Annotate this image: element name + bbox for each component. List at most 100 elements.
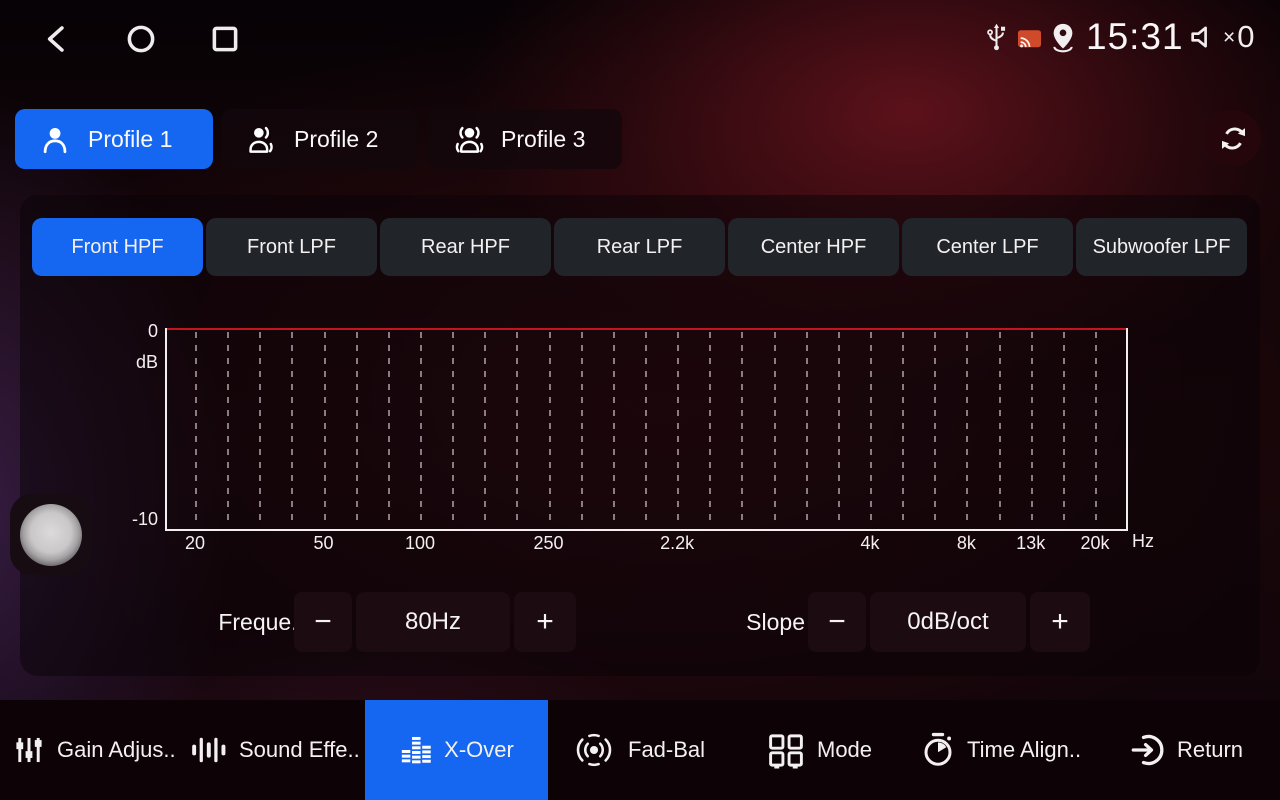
reset-button[interactable] [1205,110,1261,166]
nav-time-align[interactable]: Time Align.. [920,700,1081,800]
gridline [291,332,293,527]
gridline [741,332,743,527]
profile-2-label: Profile 2 [294,126,378,153]
gridline [259,332,261,527]
x-tick-label: 20 [185,533,205,554]
mode-icon [766,732,806,769]
volume-value: 0 [1237,19,1254,55]
x-tick-label: 8k [957,533,976,554]
tab-subwoofer-lpf[interactable]: Subwoofer LPF [1076,218,1247,276]
gridline [1031,332,1033,527]
slope-plus-button[interactable]: + [1030,592,1090,652]
nav-return[interactable]: Return [1130,700,1243,800]
nav-label: Fad-Bal [628,737,705,763]
nav-label: Time Align.. [967,737,1081,763]
gridline [516,332,518,527]
user-icon [39,122,74,157]
tab-label: Front HPF [71,236,163,259]
fader-balance-icon [571,731,617,769]
status-bar: 15:31 × 0 [0,0,1280,80]
gridline [227,332,229,527]
tab-label: Rear LPF [597,236,683,259]
nav-label: Sound Effe.. [239,737,360,763]
nav-label: Mode [817,737,872,763]
x-tick-label: 4k [860,533,879,554]
profile-2-button[interactable]: Profile 2 [221,109,417,169]
nav-gain-adjust[interactable]: Gain Adjus.. [12,700,176,800]
volume-indicator: × 0 [1188,19,1255,55]
gridline [806,332,808,527]
gain-icon [12,733,46,767]
gridline [484,332,486,527]
gridline [870,332,872,527]
volume-muted-icon [1188,20,1220,54]
x-tick-label: 13k [1016,533,1045,554]
tab-front-hpf[interactable]: Front HPF [32,218,203,276]
y-tick-0: 0 [98,321,158,342]
profile-3-button[interactable]: Profile 3 [428,109,622,169]
floating-knob-button[interactable] [10,494,91,575]
location-icon [1048,22,1078,54]
usb-icon [984,22,1009,52]
gridline [388,332,390,527]
tab-rear-lpf[interactable]: Rear LPF [554,218,725,276]
gridline [324,332,326,527]
gridline [966,332,968,527]
xover-panel: Front HPF Front LPF Rear HPF Rear LPF Ce… [20,195,1260,676]
slope-minus-button[interactable]: − [808,592,866,652]
x-tick-label: 50 [314,533,334,554]
bottom-nav-bar: Gain Adjus.. Sound Effe.. [0,700,1280,800]
nav-xover[interactable]: X-Over [365,700,548,800]
gridline [549,332,551,527]
gridline [902,332,904,527]
slope-label: Slope [700,592,805,652]
tab-center-hpf[interactable]: Center HPF [728,218,899,276]
gridline [774,332,776,527]
frequency-minus-button[interactable]: − [294,592,352,652]
frequency-value: 80Hz [356,592,510,652]
gridline [645,332,647,527]
nav-label: Gain Adjus.. [57,737,176,763]
gridline [934,332,936,527]
nav-label: X-Over [444,737,514,763]
profile-1-button[interactable]: Profile 1 [15,109,213,169]
tab-rear-hpf[interactable]: Rear HPF [380,218,551,276]
car-audio-xover-screen: 15:31 × 0 Profile 1 Profile 2 [0,0,1280,800]
nav-sound-effect[interactable]: Sound Effe.. [190,700,360,800]
frequency-label: Freque.. [180,592,304,652]
gridline [1063,332,1065,527]
profile-1-label: Profile 1 [88,126,172,153]
gridline [195,332,197,527]
nav-label: Return [1177,737,1243,763]
gridline [1095,332,1097,527]
gridline [838,332,840,527]
profile-3-label: Profile 3 [501,126,585,153]
home-icon [124,22,158,56]
gridline [999,332,1001,527]
tab-front-lpf[interactable]: Front LPF [206,218,377,276]
response-curve [167,328,1126,330]
plot-area [165,328,1128,531]
clock: 15:31 [1086,16,1184,58]
back-button[interactable] [38,20,76,58]
x-tick-label: 2.2k [660,533,694,554]
slope-value: 0dB/oct [870,592,1026,652]
tab-label: Center HPF [761,236,867,259]
nav-fad-bal[interactable]: Fad-Bal [571,700,705,800]
tab-label: Front LPF [247,236,336,259]
back-icon [40,22,74,56]
frequency-plus-button[interactable]: + [514,592,576,652]
recents-button[interactable] [206,20,244,58]
x-axis-unit: Hz [1132,531,1154,552]
stopwatch-icon [920,731,956,769]
x-tick-label: 250 [534,533,564,554]
tab-label: Center LPF [936,236,1038,259]
gridline [709,332,711,527]
home-button[interactable] [122,20,160,58]
x-tick-label: 20k [1080,533,1109,554]
sound-effect-icon [190,733,228,767]
nav-mode[interactable]: Mode [766,700,872,800]
x-tick-label: 100 [405,533,435,554]
gridline [452,332,454,527]
tab-center-lpf[interactable]: Center LPF [902,218,1073,276]
